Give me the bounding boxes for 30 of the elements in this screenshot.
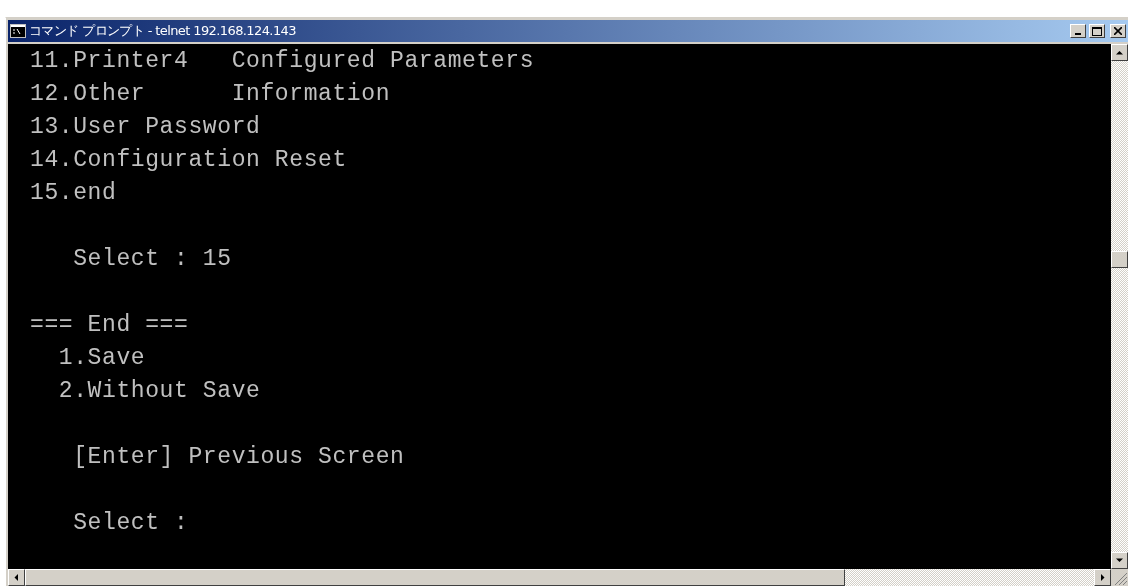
terminal-line: 13.User Password: [30, 114, 261, 140]
scroll-up-button[interactable]: [1111, 44, 1128, 61]
terminal-line: Select :: [72, 510, 189, 536]
left-triangle-icon: [13, 574, 20, 581]
console-icon: [10, 24, 26, 38]
terminal-line: Select : 15: [72, 246, 232, 272]
down-triangle-icon: [1116, 557, 1123, 564]
window-title: コマンド プロンプト - telnet 192.168.124.143: [29, 22, 297, 40]
terminal-line: [Enter] Previous Screen: [72, 444, 405, 470]
terminal-line: 14.Configuration Reset: [30, 147, 347, 173]
terminal-line: 15.end: [30, 180, 117, 206]
scroll-left-button[interactable]: [8, 569, 25, 586]
close-button[interactable]: [1110, 24, 1126, 38]
scroll-down-button[interactable]: [1111, 552, 1128, 569]
scroll-thumb[interactable]: [25, 569, 845, 586]
terminal-line: === End ===: [30, 312, 189, 338]
up-triangle-icon: [1116, 49, 1123, 56]
terminal-line: 11.Printer4 Configured Parameters: [30, 48, 535, 74]
scroll-right-button[interactable]: [1094, 569, 1111, 586]
scroll-thumb[interactable]: [1111, 251, 1128, 268]
terminal-line: 12.Other Information: [30, 81, 391, 107]
close-icon: [1114, 27, 1122, 35]
terminal-line: 2.Without Save: [57, 378, 261, 404]
right-triangle-icon: [1099, 574, 1106, 581]
vertical-scrollbar[interactable]: [1111, 44, 1128, 569]
horizontal-scrollbar[interactable]: [8, 569, 1111, 586]
maximize-icon: [1092, 26, 1102, 36]
maximize-button[interactable]: [1089, 24, 1105, 38]
minimize-button[interactable]: [1070, 24, 1086, 38]
terminal-line: 1.Save: [57, 345, 146, 371]
